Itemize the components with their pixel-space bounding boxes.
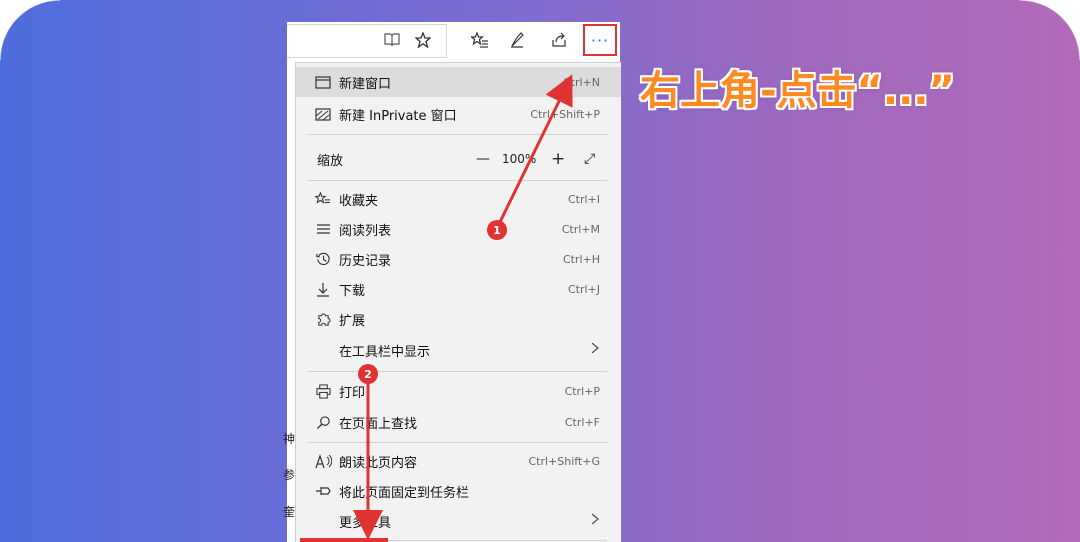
step-badge-1: 1 [487,220,507,240]
step-badge-2: 2 [358,364,378,384]
arrow-to-more-button [498,74,573,223]
highlight-underline [300,538,388,542]
instruction-callout: 右上角-点击“...” [640,68,955,114]
